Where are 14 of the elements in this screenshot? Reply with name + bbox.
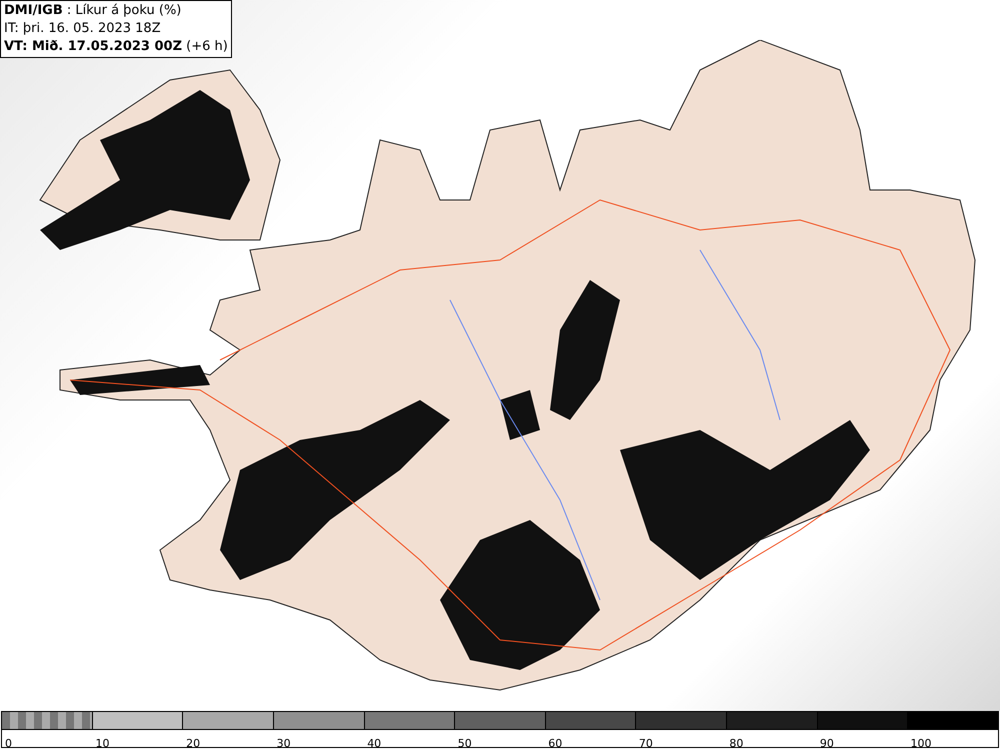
- title-text: IT: þri. 16. 05. 2023 18Z: [4, 20, 162, 38]
- title-text: DMI/IGB : Líkur á þoku (%): [4, 2, 182, 20]
- legend-label: 0: [4, 737, 12, 750]
- legend-label: 20: [185, 737, 200, 750]
- legend-label: 60: [547, 737, 562, 750]
- legend-label: 90: [818, 737, 834, 750]
- legend-label: 30: [276, 737, 291, 750]
- legend-label: 70: [638, 737, 653, 750]
- legend-label: 100: [909, 737, 932, 750]
- legend-label: 40: [366, 737, 382, 750]
- legend-label: 10: [94, 737, 110, 750]
- legend-label: 80: [728, 737, 744, 750]
- legend-label: 50: [456, 737, 472, 750]
- title-text: VT: Mið. 17.05.2023 00Z (+6 h): [4, 38, 228, 56]
